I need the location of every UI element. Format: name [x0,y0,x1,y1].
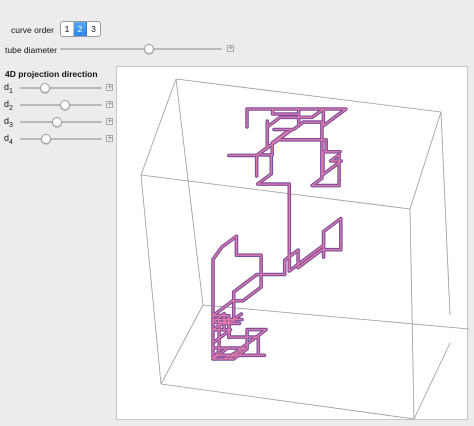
tube-diameter-label: tube diameter [5,45,57,55]
slider-thumb[interactable] [39,83,50,93]
curve-order-option-2[interactable]: 2 [74,22,87,36]
curve-tube [211,107,348,361]
tube-diameter-slider[interactable] [60,44,222,54]
d1-label: d1 [4,82,13,95]
d1-expand-button[interactable]: + [106,84,113,91]
d3-expand-button[interactable]: + [106,118,113,125]
slider-thumb[interactable] [60,100,71,110]
d3-slider[interactable] [20,117,102,127]
tube-diameter-expand-button[interactable]: + [227,45,234,52]
d2-slider[interactable] [20,100,102,110]
bounding-box [140,78,469,420]
slider-thumb[interactable] [51,117,62,127]
curve-order-option-1[interactable]: 1 [61,22,74,36]
d4-label: d4 [4,133,13,146]
d4-slider[interactable] [20,134,102,144]
d1-slider[interactable] [20,83,102,93]
graphics-panel[interactable] [116,66,469,421]
projection-direction-title: 4D projection direction [5,69,98,79]
slider-track [20,87,102,89]
curve-order-label: curve order [11,25,54,35]
hilbert-curve-graphic[interactable] [117,67,469,421]
d2-label: d2 [4,99,13,112]
d4-expand-button[interactable]: + [106,135,113,142]
slider-track [60,48,222,50]
slider-thumb[interactable] [41,134,52,144]
d3-label: d3 [4,116,13,129]
curve-order-option-3[interactable]: 3 [87,22,100,36]
d2-expand-button[interactable]: + [106,101,113,108]
slider-thumb[interactable] [144,44,155,54]
slider-track [20,138,102,140]
curve-order-setter[interactable]: 1 2 3 [60,21,101,37]
